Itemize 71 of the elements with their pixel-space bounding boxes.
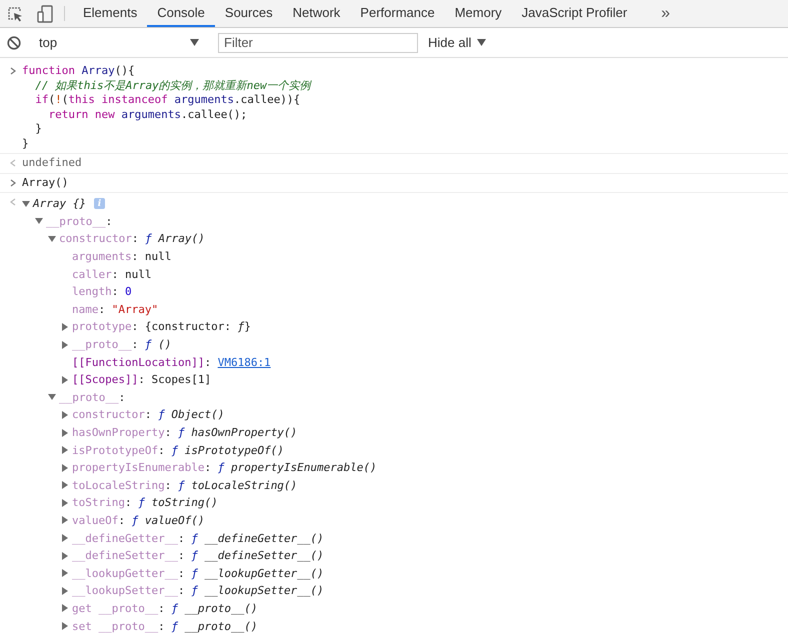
property-entry: __proto__: ƒ () [72, 338, 172, 352]
object-label: Array {} [33, 197, 86, 210]
collapsed-triangle-icon[interactable] [61, 516, 69, 524]
collapsed-triangle-icon[interactable] [61, 322, 69, 331]
property-entry: length: 0 [72, 285, 132, 298]
property-entry: hasOwnProperty: ƒ hasOwnProperty() [72, 426, 298, 440]
filter-field[interactable]: Filter [218, 32, 418, 52]
property-entry: __proto__: [59, 390, 126, 404]
panel-tab[interactable]: JavaScript Profiler [512, 0, 638, 27]
property-entry: name: "Array" [72, 302, 158, 316]
more-tabs-button[interactable]: » [637, 0, 684, 27]
expanded-triangle-icon[interactable] [35, 217, 43, 226]
collapsed-triangle-icon[interactable] [61, 481, 69, 490]
collapsed-triangle-icon[interactable] [61, 410, 69, 419]
code-line: function Array(){ [22, 64, 136, 78]
code-line: Array() [22, 176, 68, 190]
context-select[interactable]: top [29, 35, 205, 50]
collapsed-triangle-icon[interactable] [61, 464, 69, 472]
collapsed-triangle-icon[interactable] [61, 376, 69, 384]
collapsed-triangle-icon[interactable] [61, 498, 69, 507]
property-entry: __lookupSetter__: ƒ __lookupSetter__() [72, 584, 324, 598]
panel-tab[interactable]: Sources [214, 0, 283, 27]
input-prompt-icon [10, 67, 16, 75]
panel-tab[interactable]: Network [282, 0, 350, 27]
collapsed-triangle-icon[interactable] [61, 534, 69, 542]
collapsed-triangle-icon[interactable] [61, 569, 69, 578]
log-levels-dropdown[interactable]: Hide all [428, 35, 486, 50]
input-prompt-icon [10, 178, 16, 186]
property-entry: constructor: ƒ Object() [72, 408, 224, 422]
property-entry: set __proto__: ƒ __proto__() [72, 620, 258, 633]
code-line: // 如果this不是Array的实例，那就重新new一个实例 [34, 78, 311, 93]
property-entry: __lookupGetter__: ƒ __lookupGetter__() [72, 566, 324, 580]
property-entry: get __proto__: ƒ __proto__() [72, 602, 258, 615]
property-entry: [[Scopes]]: Scopes[1] [72, 373, 212, 386]
property-entry: __defineSetter__: ƒ __defineSetter__() [72, 549, 324, 562]
property-entry: propertyIsEnumerable: ƒ propertyIsEnumerable() [72, 461, 377, 474]
collapsed-triangle-icon[interactable] [61, 622, 69, 630]
property-entry: [[FunctionLocation]]: VM6186:1 [72, 356, 271, 369]
source-link[interactable]: VM6186:1 [218, 356, 271, 369]
property-entry: toLocaleString: ƒ toLocaleString() [72, 478, 298, 492]
dropdown-caret-icon [190, 39, 199, 46]
property-entry: __defineGetter__: ƒ __defineGetter__() [72, 532, 324, 545]
property-entry: valueOf: ƒ valueOf() [72, 514, 204, 527]
expanded-triangle-icon[interactable] [22, 200, 30, 208]
collapsed-triangle-icon[interactable] [61, 552, 69, 560]
code-line: return new arguments.callee(); [47, 108, 248, 122]
property-entry: __proto__: [46, 214, 112, 228]
property-entry: toString: ƒ toString() [72, 496, 218, 510]
panel-tab[interactable]: Elements [73, 0, 148, 27]
collapsed-triangle-icon[interactable] [61, 604, 69, 612]
collapsed-triangle-icon[interactable] [61, 446, 69, 454]
device-toolbar-icon[interactable] [37, 4, 53, 22]
collapsed-triangle-icon[interactable] [61, 586, 69, 595]
property-entry: constructor: ƒ Array() [59, 232, 205, 246]
code-line: if(!(this instanceof arguments.callee)){ [34, 93, 302, 108]
result-value: undefined [22, 156, 82, 170]
code-line: } [34, 122, 43, 136]
expanded-triangle-icon[interactable] [48, 393, 56, 402]
property-entry: caller: null [72, 268, 152, 281]
property-entry: arguments: null [72, 250, 172, 264]
collapsed-triangle-icon[interactable] [61, 340, 69, 349]
panel-tab[interactable]: Memory [444, 0, 512, 27]
code-line: } [22, 136, 30, 151]
collapsed-triangle-icon[interactable] [61, 428, 69, 437]
property-entry: prototype: {constructor: ƒ} [72, 320, 251, 334]
dropdown-caret-icon [477, 39, 486, 46]
panel-tab[interactable]: Performance [350, 0, 445, 27]
inspect-element-icon[interactable] [7, 6, 23, 22]
property-entry: isPrototypeOf: ƒ isPrototypeOf() [72, 444, 284, 457]
clear-console-icon[interactable] [7, 36, 21, 50]
expanded-triangle-icon[interactable] [48, 234, 56, 243]
